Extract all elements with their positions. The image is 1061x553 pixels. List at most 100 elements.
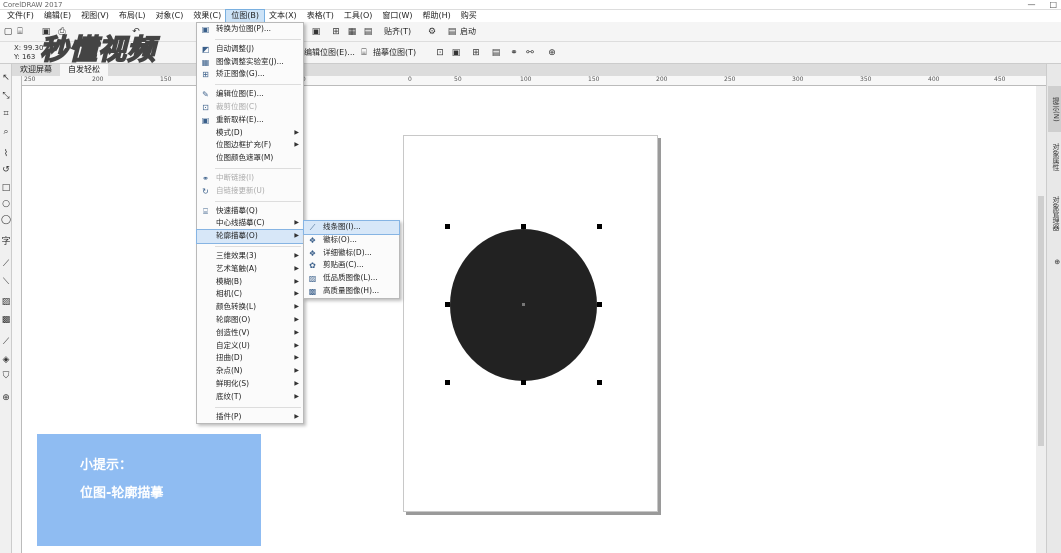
options-gear-icon[interactable]: ⚙ xyxy=(426,26,438,38)
menu-item[interactable]: ▨ 低品质图像(L)... xyxy=(304,272,399,285)
fullscreen-icon[interactable]: ▣ xyxy=(310,26,322,38)
menu-item[interactable]: 插件(P) ▶ xyxy=(197,411,303,424)
resize-handle[interactable] xyxy=(445,302,450,307)
y-coord-field[interactable]: 163 xyxy=(22,53,35,61)
menu-item[interactable]: ⌸ 快速描摹(Q) xyxy=(197,205,303,218)
bitmap-color-icon[interactable]: ▤ xyxy=(490,47,502,59)
menu-effects[interactable]: 效果(C) xyxy=(188,10,226,22)
resize-handle[interactable] xyxy=(597,380,602,385)
resize-handle[interactable] xyxy=(597,302,602,307)
menu-item[interactable]: 扭曲(D) ▶ xyxy=(197,352,303,365)
link-icon[interactable]: ⚭ xyxy=(508,47,520,59)
add-tool-icon[interactable]: ⊕ xyxy=(0,392,12,404)
unlink-icon[interactable]: ⚯ xyxy=(524,47,536,59)
menu-item[interactable]: ❖ 详细徽标(D)... xyxy=(304,247,399,260)
scrollbar-thumb[interactable] xyxy=(1038,196,1044,446)
resample-icon[interactable]: ▣ xyxy=(450,47,462,59)
rulers-icon[interactable]: ⊞ xyxy=(330,26,342,38)
guidelines-icon[interactable]: ▤ xyxy=(362,26,374,38)
resize-handle[interactable] xyxy=(521,224,526,229)
drop-shadow-icon[interactable]: ▨ xyxy=(0,296,12,308)
docker-tab-hints[interactable]: 提示(N) xyxy=(1048,86,1061,132)
resize-handle[interactable] xyxy=(521,380,526,385)
menu-item[interactable]: ▦ 图像调整实验室(J)... xyxy=(197,56,303,69)
menu-item[interactable]: 鲜明化(S) ▶ xyxy=(197,378,303,391)
interactive-fill-icon[interactable]: ◈ xyxy=(0,354,12,366)
menu-item[interactable]: 底纹(T) ▶ xyxy=(197,391,303,404)
docker-tab-object-properties[interactable]: 对象属性 xyxy=(1048,136,1061,178)
connector-tool-icon[interactable]: ⟍ xyxy=(0,276,12,288)
menu-help[interactable]: 帮助(H) xyxy=(418,10,456,22)
vertical-ruler[interactable] xyxy=(12,76,22,553)
menu-edit[interactable]: 编辑(E) xyxy=(39,10,76,22)
menu-item[interactable]: 位图颜色遮罩(M) xyxy=(197,152,303,165)
menu-item[interactable]: ⊞ 矫正图像(G)... xyxy=(197,68,303,81)
menu-buy[interactable]: 购买 xyxy=(456,10,482,22)
menu-item[interactable]: 位图边框扩充(F) ▶ xyxy=(197,139,303,152)
menu-text[interactable]: 文本(X) xyxy=(264,10,302,22)
docker-add-icon[interactable]: ⊕ xyxy=(1048,256,1061,268)
menu-item[interactable]: 自定义(U) ▶ xyxy=(197,340,303,353)
freehand-tool-icon[interactable]: ⌇ xyxy=(0,148,12,160)
menu-item[interactable]: 艺术笔触(A) ▶ xyxy=(197,263,303,276)
menu-item[interactable]: 相机(C) ▶ xyxy=(197,288,303,301)
menu-object[interactable]: 对象(C) xyxy=(151,10,189,22)
trace-bitmap-button[interactable]: 描摹位图(T) xyxy=(373,47,416,59)
snap-to-dropdown[interactable]: 贴齐(T) xyxy=(384,26,411,38)
bitmap-mask-icon[interactable]: ⊞ xyxy=(470,47,482,59)
edit-bitmap-button[interactable]: 编辑位图(E)... xyxy=(304,47,355,59)
menu-item[interactable]: 杂点(N) ▶ xyxy=(197,365,303,378)
pick-tool-icon[interactable]: ↖ xyxy=(0,72,12,84)
menu-item[interactable]: ✿ 剪贴画(C)... xyxy=(304,259,399,272)
smart-fill-icon[interactable]: ⛉ xyxy=(0,370,12,382)
docker-tab-object-manager[interactable]: 对象管理器 xyxy=(1048,190,1061,236)
menu-item[interactable]: 颜色转换(L) ▶ xyxy=(197,301,303,314)
menu-item[interactable]: 三维效果(3) ▶ xyxy=(197,250,303,263)
menu-layout[interactable]: 布局(L) xyxy=(114,10,151,22)
drawing-canvas[interactable]: 小提示： 位图-轮廓描摹 xyxy=(22,86,1046,553)
menu-item[interactable]: ✎ 编辑位图(E)... xyxy=(197,88,303,101)
menu-item[interactable]: 轮廓描摹(O) ▶ xyxy=(196,229,304,244)
zoom-tool-icon[interactable]: ⌕ xyxy=(0,126,12,138)
restore-button[interactable]: □ xyxy=(1049,0,1057,10)
grid-icon[interactable]: ▦ xyxy=(346,26,358,38)
open-icon[interactable]: ⌸ xyxy=(14,26,26,38)
menu-window[interactable]: 窗口(W) xyxy=(377,10,417,22)
eyedropper-icon[interactable]: ⟋ xyxy=(0,336,12,348)
minimize-button[interactable]: — xyxy=(1027,0,1035,10)
menu-item[interactable]: ◩ 自动调整(J) xyxy=(197,43,303,56)
launch-dropdown[interactable]: 启动 xyxy=(460,26,476,38)
ellipse-tool-icon[interactable]: ○ xyxy=(0,198,12,210)
vertical-scrollbar[interactable] xyxy=(1036,86,1046,553)
text-tool-icon[interactable]: 字 xyxy=(0,236,12,248)
menu-file[interactable]: 文件(F) xyxy=(2,10,39,22)
parallel-dimension-icon[interactable]: ⟋ xyxy=(0,258,12,270)
menu-tools[interactable]: 工具(O) xyxy=(339,10,378,22)
artistic-media-icon[interactable]: ↺ xyxy=(0,164,12,176)
resize-handle[interactable] xyxy=(445,224,450,229)
menu-item[interactable]: 中心线描摹(C) ▶ xyxy=(197,217,303,230)
crop-bitmap-icon[interactable]: ⊡ xyxy=(434,47,446,59)
menu-item[interactable]: 创造性(V) ▶ xyxy=(197,327,303,340)
menu-item[interactable]: ▣ 转换为位图(P)... xyxy=(197,23,303,36)
menu-item[interactable]: ⟋ 线条图(I)... xyxy=(303,220,400,235)
resize-handle[interactable] xyxy=(597,224,602,229)
polygon-tool-icon[interactable]: ◯ xyxy=(0,214,12,226)
transparency-icon[interactable]: ▩ xyxy=(0,314,12,326)
menu-item[interactable]: 模式(D) ▶ xyxy=(197,127,303,140)
menu-item[interactable]: 轮廓图(O) ▶ xyxy=(197,314,303,327)
add-icon[interactable]: ⊕ xyxy=(546,47,558,59)
crop-tool-icon[interactable]: ⌗ xyxy=(0,108,12,120)
new-document-icon[interactable]: ▢ xyxy=(2,26,14,38)
menu-item[interactable]: ❖ 徽标(O)... xyxy=(304,234,399,247)
menu-view[interactable]: 视图(V) xyxy=(76,10,114,22)
menu-table[interactable]: 表格(T) xyxy=(302,10,339,22)
shape-tool-icon[interactable]: ⤡ xyxy=(0,90,12,102)
menu-bitmap[interactable]: 位图(B) xyxy=(225,9,265,23)
launch-icon[interactable]: ▤ xyxy=(446,26,458,38)
resize-handle[interactable] xyxy=(445,380,450,385)
menu-item[interactable]: ▣ 重新取样(E)... xyxy=(197,114,303,127)
rectangle-tool-icon[interactable]: □ xyxy=(0,182,12,194)
menu-item[interactable]: 模糊(B) ▶ xyxy=(197,276,303,289)
horizontal-ruler[interactable]: 250 200 150 100 50 0 50 100 150 200 250 … xyxy=(22,76,1046,86)
